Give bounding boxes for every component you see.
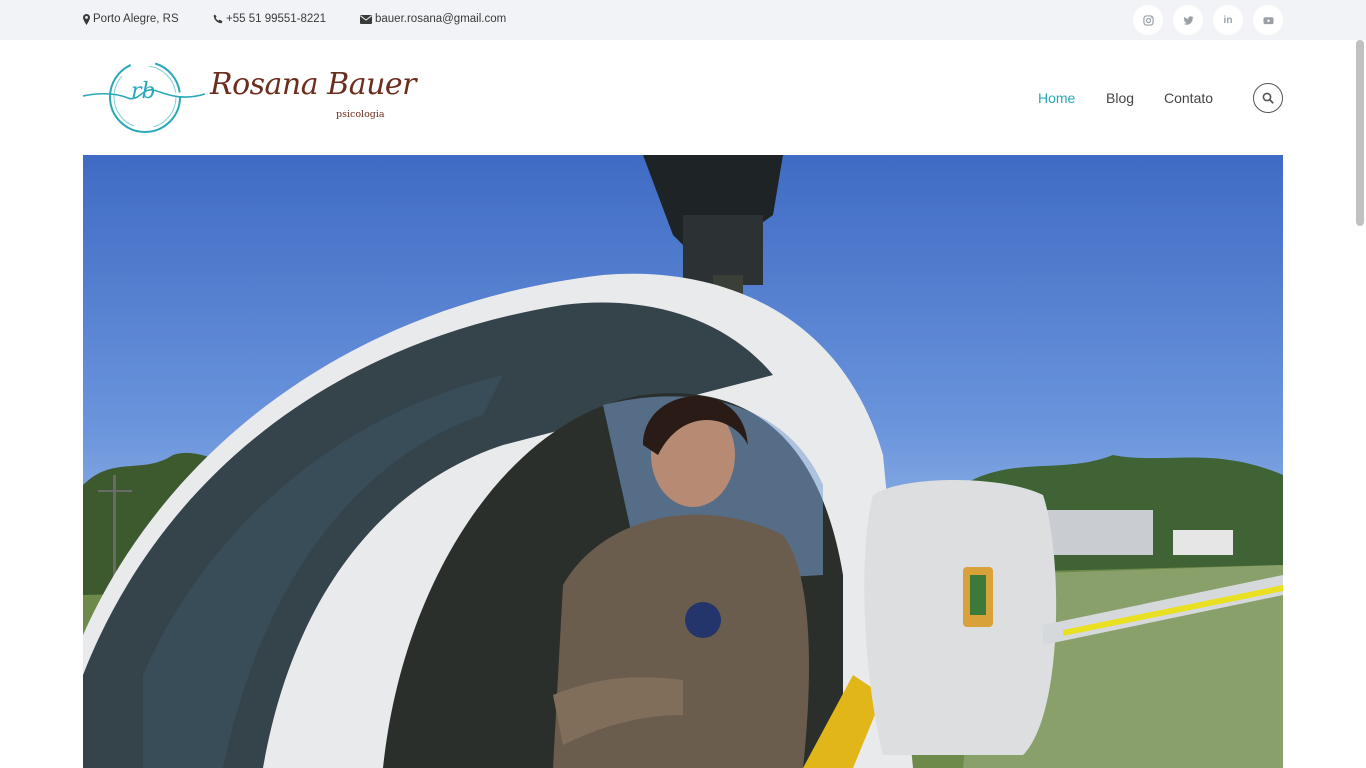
top-bar: Porto Alegre, RS +55 51 99551-8221 bauer…: [0, 0, 1366, 40]
logo-name: Rosana Bauer: [210, 67, 417, 102]
email-text: bauer.rosana@gmail.com: [375, 13, 507, 25]
twitter-icon: [1182, 15, 1194, 25]
hero-photo: [83, 155, 1283, 768]
phone-info[interactable]: +55 51 99551-8221: [213, 13, 326, 25]
map-marker-icon: [83, 13, 90, 25]
linkedin-icon: in: [1223, 14, 1233, 26]
location-info: Porto Alegre, RS: [83, 13, 179, 25]
twitter-link[interactable]: [1173, 5, 1203, 35]
search-icon: [1262, 92, 1274, 104]
search-button[interactable]: [1253, 83, 1283, 113]
location-text: Porto Alegre, RS: [93, 13, 179, 25]
nav-contato[interactable]: Contato: [1164, 90, 1213, 106]
phone-text: +55 51 99551-8221: [226, 13, 327, 25]
logo-tagline: psicologia: [336, 109, 385, 120]
nav-home[interactable]: Home: [1038, 90, 1075, 106]
hero-image: [83, 155, 1283, 768]
envelope-icon: [360, 14, 372, 24]
youtube-link[interactable]: [1253, 5, 1283, 35]
instagram-link[interactable]: [1133, 5, 1163, 35]
youtube-icon: [1262, 16, 1274, 24]
linkedin-link[interactable]: in: [1213, 5, 1243, 35]
phone-icon: [213, 14, 223, 24]
email-info[interactable]: bauer.rosana@gmail.com: [360, 13, 506, 25]
logo-monogram-icon: rb: [83, 61, 206, 133]
scrollbar-thumb[interactable]: [1356, 40, 1364, 226]
nav-blog[interactable]: Blog: [1106, 90, 1134, 106]
site-logo[interactable]: rb Rosana Bauer psicologia: [83, 58, 417, 138]
instagram-icon: [1142, 14, 1154, 26]
logo-monogram: rb: [131, 79, 156, 104]
